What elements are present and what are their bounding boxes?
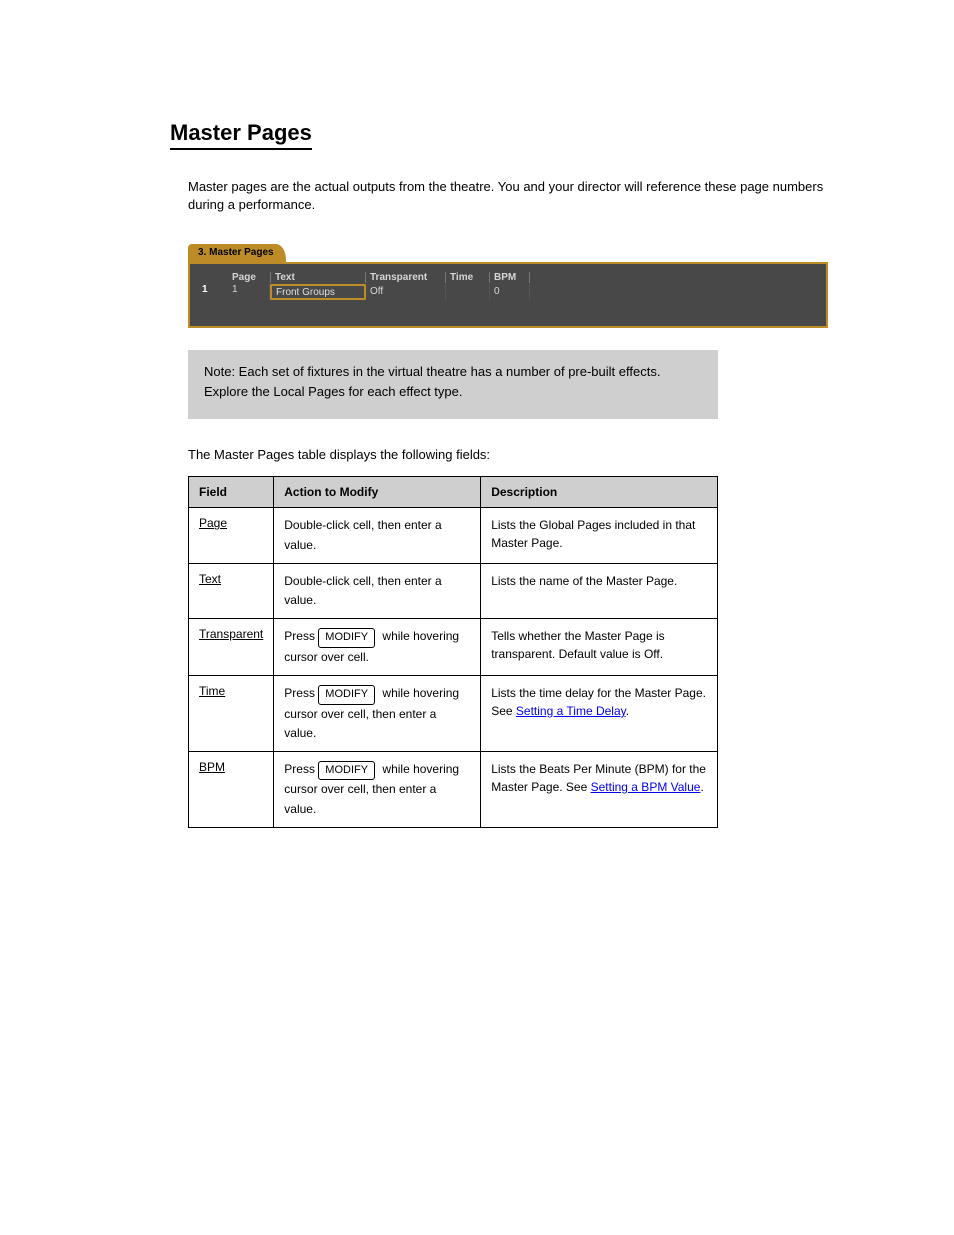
link-bpm-value[interactable]: Setting a BPM Value (591, 780, 701, 794)
row-text-cell-selected[interactable]: Front Groups (270, 284, 366, 300)
column-index-header (202, 272, 230, 283)
field-action: Press MODIFY while hovering cursor over … (274, 751, 481, 827)
table-row: Time Press MODIFY while hovering cursor … (189, 675, 718, 751)
row-transparent-cell: Off (366, 284, 446, 300)
note-box: Note: Each set of fixtures in the virtua… (188, 350, 718, 419)
table-row: Page Double-click cell, then enter a val… (189, 508, 718, 563)
field-desc: Lists the time delay for the Master Page… (481, 675, 718, 751)
intro-paragraph: Master pages are the actual outputs from… (188, 178, 828, 214)
row-index-cell: 1 (202, 284, 230, 300)
modify-key: MODIFY (318, 628, 375, 648)
th-desc: Description (481, 477, 718, 508)
modify-key: MODIFY (318, 685, 375, 705)
field-action: Press MODIFY while hovering cursor over … (274, 619, 481, 676)
row-time-cell (446, 284, 490, 300)
field-action: Double-click cell, then enter a value. (274, 563, 481, 618)
field-name: Transparent (199, 627, 263, 641)
th-action: Action to Modify (274, 477, 481, 508)
field-desc: Lists the Beats Per Minute (BPM) for the… (481, 751, 718, 827)
master-pages-panel-screenshot: 3. Master Pages Page Text Transparent Ti… (188, 244, 828, 328)
field-name: Time (199, 684, 225, 698)
modify-key: MODIFY (318, 761, 375, 781)
panel-tab: 3. Master Pages (188, 244, 286, 262)
column-page-header: Page (230, 272, 270, 283)
column-transparent-header: Transparent (366, 272, 446, 283)
column-bpm-header: BPM (490, 272, 530, 283)
th-field: Field (189, 477, 274, 508)
fields-table: Field Action to Modify Description Page … (188, 476, 718, 827)
link-time-delay[interactable]: Setting a Time Delay (516, 704, 626, 718)
table-row: Text Double-click cell, then enter a val… (189, 563, 718, 618)
table-row: Transparent Press MODIFY while hovering … (189, 619, 718, 676)
table-row: BPM Press MODIFY while hovering cursor o… (189, 751, 718, 827)
column-time-header: Time (446, 272, 490, 283)
field-desc: Lists the Global Pages included in that … (481, 508, 718, 563)
field-desc: Tells whether the Master Page is transpa… (481, 619, 718, 676)
row-page-cell: 1 (230, 284, 270, 300)
fields-intro-line: The Master Pages table displays the foll… (188, 447, 874, 462)
field-action: Press MODIFY while hovering cursor over … (274, 675, 481, 751)
section-heading: Master Pages (170, 120, 312, 150)
table-row: 1 1 Front Groups Off 0 (202, 284, 814, 300)
column-text-header: Text (270, 272, 366, 283)
field-name: Text (199, 572, 221, 586)
field-desc: Lists the name of the Master Page. (481, 563, 718, 618)
field-name: Page (199, 516, 227, 530)
field-name: BPM (199, 760, 225, 774)
field-action: Double-click cell, then enter a value. (274, 508, 481, 563)
row-bpm-cell: 0 (490, 284, 530, 300)
